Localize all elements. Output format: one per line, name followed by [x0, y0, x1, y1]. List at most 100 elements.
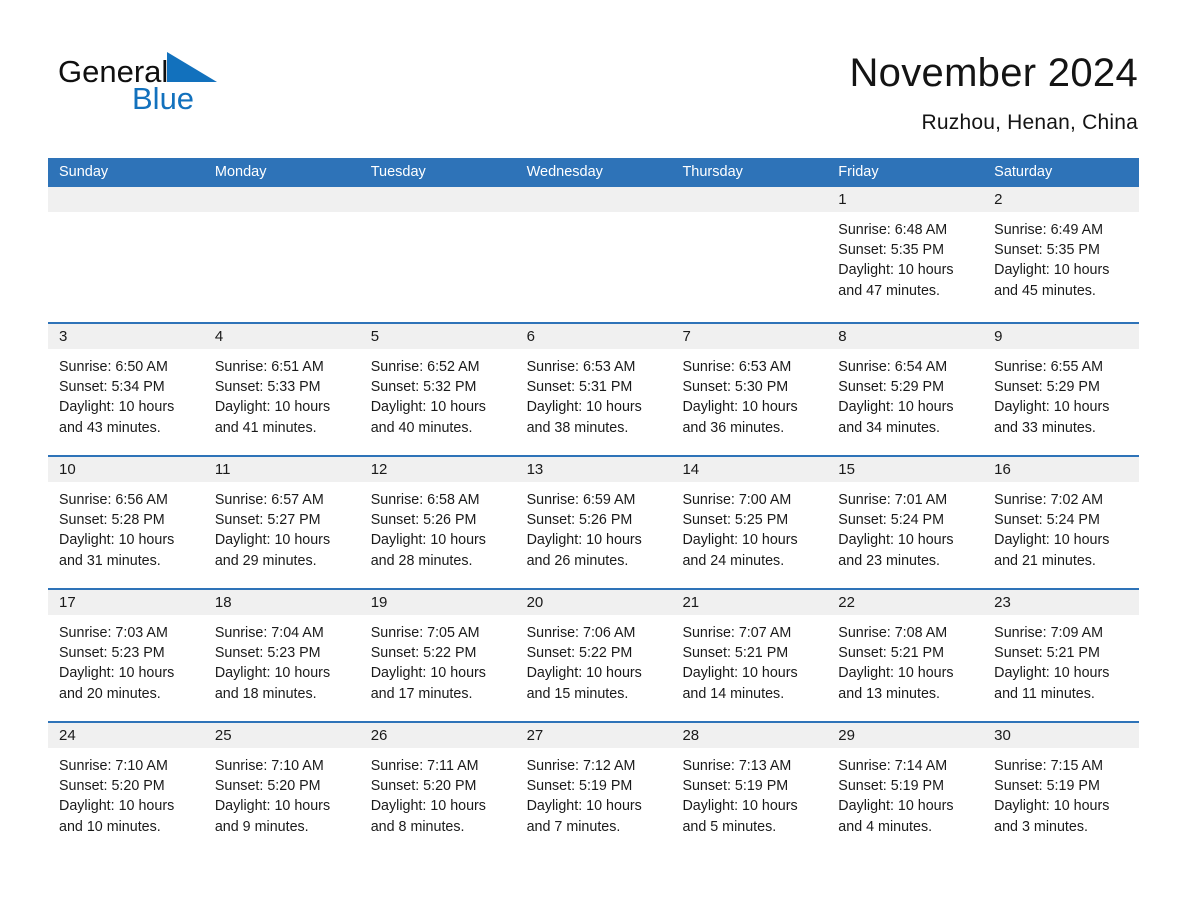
- day-cell[interactable]: 7 Sunrise: 6:53 AM Sunset: 5:30 PM Dayli…: [671, 324, 828, 455]
- day-number-band: 26: [359, 723, 516, 748]
- day-cell[interactable]: 4 Sunrise: 6:51 AM Sunset: 5:33 PM Dayli…: [203, 324, 360, 455]
- day-cell[interactable]: 1 Sunrise: 6:48 AM Sunset: 5:35 PM Dayli…: [827, 187, 984, 322]
- day-cell[interactable]: 20 Sunrise: 7:06 AM Sunset: 5:22 PM Dayl…: [515, 590, 672, 721]
- sunrise-text: Sunrise: 7:12 AM: [526, 758, 636, 774]
- daylight-text-line1: Daylight: 10 hours: [838, 262, 954, 279]
- day-cell[interactable]: 22 Sunrise: 7:08 AM Sunset: 5:21 PM Dayl…: [827, 590, 984, 721]
- day-details: Sunrise: 6:59 AM Sunset: 5:26 PM Dayligh…: [516, 482, 672, 571]
- day-details: Sunrise: 7:01 AM Sunset: 5:24 PM Dayligh…: [827, 482, 983, 571]
- day-cell[interactable]: 15 Sunrise: 7:01 AM Sunset: 5:24 PM Dayl…: [827, 457, 984, 588]
- day-details: Sunrise: 6:56 AM Sunset: 5:28 PM Dayligh…: [48, 482, 204, 571]
- sunrise-text: Sunrise: 7:02 AM: [994, 492, 1104, 508]
- sunrise-text: Sunrise: 7:05 AM: [370, 625, 480, 641]
- day-cell[interactable]: 3 Sunrise: 6:50 AM Sunset: 5:34 PM Dayli…: [48, 324, 204, 455]
- day-number: 29: [838, 727, 855, 744]
- daylight-text-line1: Daylight: 10 hours: [838, 665, 954, 682]
- day-number-band: 6: [515, 324, 672, 349]
- sunset-text: Sunset: 5:32 PM: [370, 379, 477, 396]
- day-number: 4: [214, 328, 224, 345]
- day-cell[interactable]: 21 Sunrise: 7:07 AM Sunset: 5:21 PM Dayl…: [671, 590, 828, 721]
- sunset-text: Sunset: 5:25 PM: [682, 512, 789, 529]
- sunset-text: Sunset: 5:21 PM: [994, 645, 1100, 662]
- day-number: 26: [370, 727, 388, 744]
- week-row: 24 Sunrise: 7:10 AM Sunset: 5:20 PM Dayl…: [48, 721, 1140, 854]
- day-details: Sunrise: 7:03 AM Sunset: 5:23 PM Dayligh…: [48, 615, 204, 704]
- generalblue-logo[interactable]: General Blue: [58, 52, 298, 122]
- day-number: 6: [526, 328, 535, 345]
- daylight-text-line2: and 26 minutes.: [526, 552, 629, 569]
- weekday-header-monday: Monday: [214, 164, 267, 180]
- day-number: 27: [526, 727, 544, 744]
- weekday-header-thursday: Thursday: [682, 164, 743, 180]
- day-cell[interactable]: 14 Sunrise: 7:00 AM Sunset: 5:25 PM Dayl…: [671, 457, 828, 588]
- sunrise-text: Sunrise: 6:49 AM: [994, 222, 1104, 238]
- day-details: Sunrise: 6:49 AM Sunset: 5:35 PM Dayligh…: [983, 212, 1139, 301]
- day-cell[interactable]: 10 Sunrise: 6:56 AM Sunset: 5:28 PM Dayl…: [48, 457, 204, 588]
- day-number-band: 20: [515, 590, 672, 615]
- day-cell[interactable]: 13 Sunrise: 6:59 AM Sunset: 5:26 PM Dayl…: [515, 457, 672, 588]
- day-cell[interactable]: 8 Sunrise: 6:54 AM Sunset: 5:29 PM Dayli…: [827, 324, 984, 455]
- daylight-text-line1: Daylight: 10 hours: [682, 399, 798, 416]
- sunset-text: Sunset: 5:27 PM: [214, 512, 321, 529]
- daylight-text-line1: Daylight: 10 hours: [214, 399, 331, 416]
- daylight-text-line1: Daylight: 10 hours: [682, 532, 798, 549]
- daylight-text-line1: Daylight: 10 hours: [526, 532, 642, 549]
- daylight-text-line1: Daylight: 10 hours: [994, 798, 1110, 815]
- day-details: [516, 212, 672, 220]
- day-cell[interactable]: 17 Sunrise: 7:03 AM Sunset: 5:23 PM Dayl…: [48, 590, 204, 721]
- sunset-text: Sunset: 5:19 PM: [682, 778, 789, 795]
- day-number: 2: [994, 191, 1003, 208]
- day-cell[interactable]: 30 Sunrise: 7:15 AM Sunset: 5:19 PM Dayl…: [983, 723, 1140, 854]
- day-details: Sunrise: 7:15 AM Sunset: 5:19 PM Dayligh…: [983, 748, 1139, 837]
- day-cell[interactable]: 16 Sunrise: 7:02 AM Sunset: 5:24 PM Dayl…: [983, 457, 1140, 588]
- day-cell[interactable]: 9 Sunrise: 6:55 AM Sunset: 5:29 PM Dayli…: [983, 324, 1140, 455]
- day-cell: [671, 187, 828, 322]
- sunset-text: Sunset: 5:28 PM: [59, 512, 165, 529]
- logo-bottom-row: Blue: [58, 82, 298, 116]
- week-row: 10 Sunrise: 6:56 AM Sunset: 5:28 PM Dayl…: [48, 455, 1140, 588]
- day-cell: [203, 187, 360, 322]
- day-cell[interactable]: 24 Sunrise: 7:10 AM Sunset: 5:20 PM Dayl…: [48, 723, 204, 854]
- sunset-text: Sunset: 5:26 PM: [526, 512, 633, 529]
- day-cell[interactable]: 18 Sunrise: 7:04 AM Sunset: 5:23 PM Dayl…: [203, 590, 360, 721]
- day-cell[interactable]: 26 Sunrise: 7:11 AM Sunset: 5:20 PM Dayl…: [359, 723, 516, 854]
- day-number-band: 22: [827, 590, 984, 615]
- day-details: Sunrise: 6:55 AM Sunset: 5:29 PM Dayligh…: [983, 349, 1139, 438]
- daylight-text-line2: and 36 minutes.: [682, 419, 785, 436]
- daylight-text-line1: Daylight: 10 hours: [994, 262, 1110, 279]
- sunrise-text: Sunrise: 6:48 AM: [838, 222, 948, 238]
- day-number-band: 16: [983, 457, 1140, 482]
- daylight-text-line1: Daylight: 10 hours: [994, 532, 1110, 549]
- daylight-text-line1: Daylight: 10 hours: [370, 532, 486, 549]
- day-cell[interactable]: 6 Sunrise: 6:53 AM Sunset: 5:31 PM Dayli…: [515, 324, 672, 455]
- daylight-text-line1: Daylight: 10 hours: [214, 532, 331, 549]
- day-number-band: [48, 187, 204, 212]
- day-cell[interactable]: 11 Sunrise: 6:57 AM Sunset: 5:27 PM Dayl…: [203, 457, 360, 588]
- day-cell[interactable]: 23 Sunrise: 7:09 AM Sunset: 5:21 PM Dayl…: [983, 590, 1140, 721]
- day-cell[interactable]: 25 Sunrise: 7:10 AM Sunset: 5:20 PM Dayl…: [203, 723, 360, 854]
- day-cell[interactable]: 29 Sunrise: 7:14 AM Sunset: 5:19 PM Dayl…: [827, 723, 984, 854]
- day-number: 10: [59, 461, 76, 478]
- title-block: November 2024 Ruzhou, Henan, China: [498, 48, 1138, 138]
- day-cell[interactable]: 12 Sunrise: 6:58 AM Sunset: 5:26 PM Dayl…: [359, 457, 516, 588]
- sunrise-text: Sunrise: 7:08 AM: [838, 625, 948, 641]
- daylight-text-line2: and 11 minutes.: [994, 685, 1095, 702]
- daylight-text-line2: and 43 minutes.: [59, 419, 161, 436]
- day-cell[interactable]: 28 Sunrise: 7:13 AM Sunset: 5:19 PM Dayl…: [671, 723, 828, 854]
- day-cell[interactable]: 27 Sunrise: 7:12 AM Sunset: 5:19 PM Dayl…: [515, 723, 672, 854]
- day-number-band: 21: [671, 590, 828, 615]
- day-cell[interactable]: 2 Sunrise: 6:49 AM Sunset: 5:35 PM Dayli…: [983, 187, 1140, 322]
- daylight-text-line2: and 31 minutes.: [59, 552, 161, 569]
- sunrise-text: Sunrise: 7:13 AM: [682, 758, 792, 774]
- day-cell[interactable]: 19 Sunrise: 7:05 AM Sunset: 5:22 PM Dayl…: [359, 590, 516, 721]
- day-cell[interactable]: 5 Sunrise: 6:52 AM Sunset: 5:32 PM Dayli…: [359, 324, 516, 455]
- sunset-text: Sunset: 5:19 PM: [994, 778, 1100, 795]
- sunset-text: Sunset: 5:20 PM: [59, 778, 165, 795]
- day-number-band: 28: [671, 723, 828, 748]
- sunrise-text: Sunrise: 7:04 AM: [214, 625, 324, 641]
- daylight-text-line1: Daylight: 10 hours: [526, 399, 642, 416]
- daylight-text-line1: Daylight: 10 hours: [214, 798, 331, 815]
- daylight-text-line1: Daylight: 10 hours: [370, 798, 486, 815]
- daylight-text-line2: and 28 minutes.: [370, 552, 473, 569]
- sunset-text: Sunset: 5:35 PM: [838, 242, 944, 259]
